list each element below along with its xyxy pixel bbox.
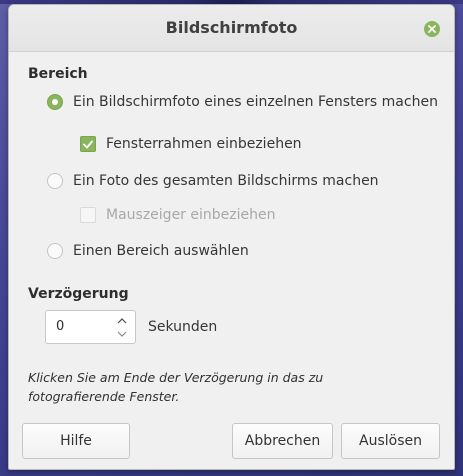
title-bar[interactable]: Bildschirmfoto	[9, 5, 454, 52]
delay-unit-label: Sekunden	[148, 319, 218, 335]
radio-whole-screen-label: Ein Foto des gesamten Bildschirms machen	[73, 173, 379, 189]
radio-unselected-indicator[interactable]	[47, 243, 63, 259]
close-icon	[428, 25, 436, 33]
chevron-down-icon	[117, 331, 127, 337]
radio-single-window-label: Ein Bildschirmfoto eines einzelnen Fenst…	[73, 94, 438, 110]
mouse-pointer-checkbox: Mauszeiger einbeziehen	[80, 207, 275, 223]
mouse-pointer-label: Mauszeiger einbeziehen	[106, 207, 276, 223]
close-button[interactable]	[424, 21, 440, 37]
delay-spinbutton[interactable]: 0	[45, 310, 136, 344]
decrement-button[interactable]	[115, 329, 129, 339]
radio-selected-indicator[interactable]	[47, 94, 63, 110]
chevron-up-icon	[117, 318, 127, 324]
checkbox-disabled-indicator	[80, 207, 96, 223]
delay-heading: Verzögerung	[28, 286, 129, 302]
checkbox-checked-indicator[interactable]	[80, 136, 96, 152]
help-button[interactable]: Hilfe	[22, 423, 130, 459]
capture-button[interactable]: Auslösen	[341, 423, 440, 459]
screenshot-dialog: Bildschirmfoto Bereich Ein Bildschirmfot…	[8, 4, 455, 470]
radio-whole-screen[interactable]: Ein Foto des gesamten Bildschirms machen	[47, 173, 379, 189]
radio-select-area-label: Einen Bereich auswählen	[73, 243, 249, 259]
dialog-title: Bildschirmfoto	[165, 18, 298, 37]
delay-value[interactable]: 0	[56, 319, 64, 334]
delay-hint-text: Klicken Sie am Ende der Verzögerung in d…	[28, 370, 324, 404]
cancel-button[interactable]: Abbrechen	[232, 423, 333, 459]
radio-unselected-indicator[interactable]	[47, 173, 63, 189]
radio-single-window[interactable]: Ein Bildschirmfoto eines einzelnen Fenst…	[47, 94, 438, 110]
radio-select-area[interactable]: Einen Bereich auswählen	[47, 243, 249, 259]
area-heading: Bereich	[28, 66, 88, 82]
window-frame-label: Fensterrahmen einbeziehen	[106, 136, 302, 152]
window-frame-checkbox[interactable]: Fensterrahmen einbeziehen	[80, 136, 302, 152]
checkmark-icon	[83, 140, 93, 148]
increment-button[interactable]	[115, 316, 129, 326]
